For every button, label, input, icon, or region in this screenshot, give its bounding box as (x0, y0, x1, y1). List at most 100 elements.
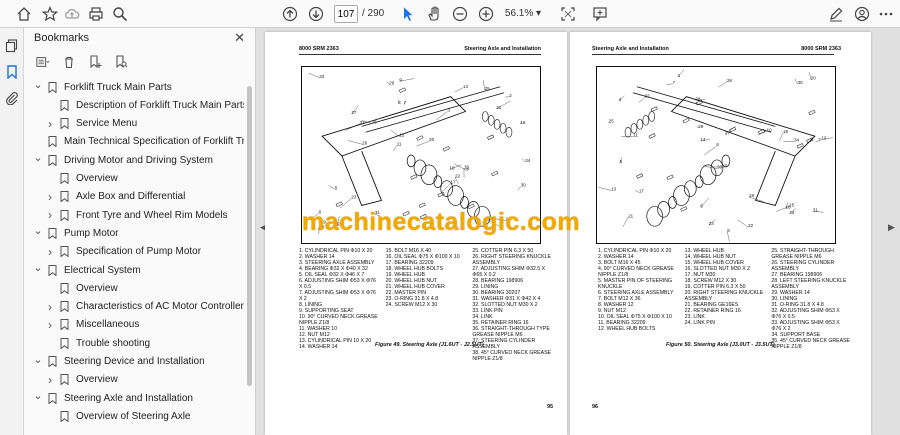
chevron-down-icon[interactable]: ⌄ (32, 151, 44, 164)
bookmark-icon[interactable] (4, 64, 20, 80)
bookmark-flag-icon (58, 301, 70, 313)
drawing-stroke: 4 (619, 97, 622, 102)
bookmark-flag-icon (58, 246, 70, 258)
header-rule (299, 54, 541, 55)
legend-column-3: 25. STRAIGHT-THROUGH GREASE NIPPLE M6 26… (771, 248, 851, 350)
drawing-stroke: 27 (725, 130, 730, 135)
chevron-right-icon[interactable]: › (44, 318, 56, 332)
drawing-stroke: 34 (794, 137, 799, 142)
delete-bookmark-icon[interactable] (60, 54, 78, 70)
page-number-input[interactable] (334, 5, 358, 23)
drawing-stroke (398, 87, 407, 93)
bookmark-flag-icon (58, 118, 70, 130)
star-icon[interactable] (40, 4, 60, 24)
chevron-right-icon[interactable]: › (44, 208, 56, 222)
thumbnails-icon[interactable] (4, 38, 20, 54)
drawing-stroke (493, 119, 501, 130)
bookmark-item[interactable]: ⌄ Pump Motor (32, 224, 118, 242)
drawing-stroke (433, 175, 443, 188)
bookmark-label: Overview (76, 374, 118, 386)
chevron-right-icon[interactable]: › (44, 300, 56, 314)
drawing-stroke (668, 196, 677, 209)
drawing-stroke: 16 (372, 120, 377, 125)
bookmark-item[interactable]: Main Technical Specification of Forklift… (32, 133, 244, 151)
bookmark-item[interactable]: › Miscellaneous (44, 316, 139, 334)
drawing-stroke (308, 72, 320, 78)
drawing-stroke (321, 96, 467, 157)
profile-icon[interactable] (852, 4, 872, 24)
drawing-stroke (682, 117, 690, 124)
zoom-out-icon[interactable] (450, 4, 470, 24)
drawing-stroke: 34 (525, 158, 530, 163)
bookmark-flag-icon (58, 173, 70, 185)
new-bookmark-icon[interactable] (86, 54, 104, 70)
more-options-icon[interactable] (876, 4, 896, 24)
drawing-stroke: 17 (639, 188, 644, 193)
bookmark-item[interactable]: ⌄ Steering Axle and Installation (32, 389, 193, 407)
bookmark-item[interactable]: › Overview (44, 371, 118, 389)
bookmark-item[interactable]: › Front Tyre and Wheel Rim Models (44, 206, 228, 224)
scroll-right-icon[interactable]: ▶ (888, 222, 895, 233)
comment-icon[interactable] (590, 4, 610, 24)
drawing-stroke (694, 175, 704, 188)
drawing-stroke: 25 (485, 86, 490, 91)
bookmark-item[interactable]: › Service Menu (44, 115, 137, 133)
select-cursor-icon[interactable] (398, 4, 418, 24)
chevron-down-icon[interactable]: ⌄ (32, 389, 44, 402)
bookmark-item[interactable]: › Specification of Pump Motor (44, 243, 201, 261)
drawing-stroke (648, 111, 655, 122)
drawing-stroke (341, 150, 383, 206)
chevron-right-icon[interactable]: › (44, 245, 56, 259)
bookmark-item[interactable]: › Axle Box and Differential (44, 188, 185, 206)
bookmark-item[interactable]: ⌄ Forklift Truck Main Parts (32, 78, 172, 96)
drawing-stroke: 9 (399, 77, 402, 82)
drawing-stroke (808, 109, 816, 116)
chevron-right-icon[interactable]: › (44, 190, 56, 204)
bookmark-flag-icon (58, 99, 70, 111)
drawing-stroke (703, 165, 718, 169)
chevron-down-icon[interactable]: ⌄ (32, 261, 44, 274)
bookmark-item[interactable]: ⌄ Steering Device and Installation (32, 353, 205, 371)
drawing-stroke: 19 (783, 129, 788, 134)
page-total: / 290 (362, 8, 385, 19)
bookmarks-scrollbar[interactable] (246, 78, 254, 435)
bookmark-item[interactable]: ⌄ Electrical System (32, 261, 141, 279)
bookmark-item[interactable]: Overview (44, 279, 118, 297)
zoom-level[interactable]: 56.1% ▾ (500, 5, 546, 23)
cloud-upload-icon[interactable] (62, 4, 82, 24)
sign-icon[interactable] (826, 4, 846, 24)
next-page-icon[interactable] (306, 4, 326, 24)
print-icon[interactable] (86, 4, 106, 24)
previous-page-icon[interactable] (280, 4, 300, 24)
drawing-stroke: 20 (811, 76, 816, 81)
chevron-down-icon[interactable]: ⌄ (32, 78, 44, 91)
hand-tool-icon[interactable] (424, 4, 444, 24)
bookmark-label: Service Menu (76, 118, 138, 130)
bookmark-item[interactable]: Description of Forklift Truck Main Parts (44, 96, 244, 114)
bookmark-item[interactable]: Trouble shooting (44, 334, 150, 352)
bookmark-item[interactable]: Overview of Steering Axle (44, 407, 191, 425)
find-bookmark-icon[interactable] (112, 54, 130, 70)
fit-page-icon[interactable] (558, 4, 578, 24)
figure-49-caption: Figure 49. Steering Axle (J1.6UT - J2.5U… (375, 342, 484, 348)
chevron-down-icon[interactable]: ⌄ (32, 353, 44, 366)
bookmark-item[interactable]: ⌄ Driving Motor and Driving System (32, 151, 213, 169)
chevron-down-icon[interactable]: ⌄ (32, 224, 44, 237)
page-number-95: 95 (547, 404, 554, 410)
bookmark-item[interactable]: Overview (44, 170, 118, 188)
drawing-stroke: 13 (611, 186, 616, 191)
close-icon[interactable]: ✕ (234, 30, 245, 46)
chevron-right-icon[interactable]: › (44, 373, 56, 387)
drawing-stroke: 8 (727, 228, 730, 233)
home-icon[interactable] (14, 4, 34, 24)
drawing-stroke (437, 191, 445, 198)
scroll-thumb[interactable] (247, 86, 252, 386)
pdf-page-96: Steering Axle and Installation 8000 SRM … (570, 32, 871, 435)
chevron-right-icon[interactable]: › (44, 117, 56, 131)
bookmark-item[interactable]: › Characteristics of AC Motor Controller (44, 298, 244, 316)
attachment-icon[interactable] (4, 90, 20, 106)
search-icon[interactable] (110, 4, 130, 24)
options-menu-icon[interactable] (34, 54, 52, 70)
drawing-stroke: 27 (351, 110, 356, 115)
zoom-in-icon[interactable] (476, 4, 496, 24)
